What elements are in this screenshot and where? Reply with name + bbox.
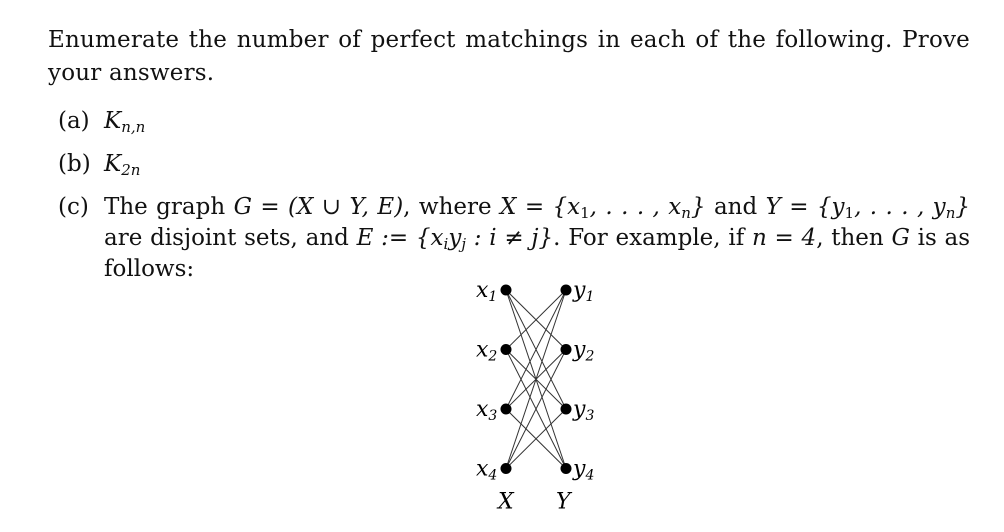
set-label-y: Y xyxy=(556,490,573,515)
math-expression: K xyxy=(104,151,122,177)
part-body: Kn,n xyxy=(104,106,970,137)
vertex-subscript: 1 xyxy=(488,289,497,305)
part-label: (b) xyxy=(58,151,91,177)
problem-intro: Enumerate the number of perfect matching… xyxy=(48,27,970,86)
text: , where xyxy=(403,194,501,220)
part-label: (a) xyxy=(58,108,90,134)
math-expression: y xyxy=(448,225,462,251)
graph-labels: x1 x2 x3 x4 y1 y2 y3 y4 X Y xyxy=(476,278,594,515)
math-expression: Y = {y xyxy=(765,194,845,220)
math-subscript: n xyxy=(945,204,956,222)
math-expression: n = 4 xyxy=(751,225,817,251)
right-vertex xyxy=(560,344,572,355)
text: and xyxy=(705,194,766,220)
math-subscript: n xyxy=(681,204,691,222)
text: The graph xyxy=(104,194,234,220)
right-vertex-label: y3 xyxy=(572,397,594,424)
left-vertex xyxy=(500,463,512,474)
part-b: (b) K2n xyxy=(58,149,970,180)
math-subscript: 1 xyxy=(844,204,855,222)
left-vertex-label: x3 xyxy=(476,397,497,424)
math-expression: : i ≠ j} xyxy=(466,225,554,251)
part-a: (a) Kn,n xyxy=(58,106,970,137)
math-subscript: 2n xyxy=(121,161,141,179)
problem-parts: (a) Kn,n (b) K2n (c) The graph G = (X ∪ … xyxy=(58,106,970,297)
math-expression: X = {x xyxy=(500,194,581,220)
vertex-subscript: 3 xyxy=(585,408,594,424)
set-label-x: X xyxy=(496,490,515,515)
math-expression: } xyxy=(955,194,970,220)
part-label: (c) xyxy=(58,194,89,220)
right-vertex-label: y4 xyxy=(572,457,594,484)
math-subscript: 1 xyxy=(580,204,590,222)
text: . For example, if xyxy=(553,225,752,251)
left-vertex xyxy=(500,344,512,355)
bipartite-graph-figure: x1 x2 x3 x4 y1 y2 y3 y4 X Y xyxy=(476,278,594,515)
right-vertex xyxy=(560,284,572,296)
math-expression: K xyxy=(104,108,122,134)
left-vertex xyxy=(500,284,512,296)
vertex-subscript: 4 xyxy=(487,468,497,484)
math-expression: G xyxy=(891,225,910,251)
math-expression: , . . . , y xyxy=(854,194,946,220)
left-vertex-label: x2 xyxy=(476,338,497,365)
vertex-subscript: 2 xyxy=(584,349,594,365)
vertex-subscript: 4 xyxy=(584,468,594,484)
math-expression: , . . . , x xyxy=(589,194,682,220)
left-vertex-label: x1 xyxy=(476,278,497,305)
math-expression: E := {x xyxy=(356,225,444,251)
part-body: K2n xyxy=(104,149,970,180)
left-vertex-label: x4 xyxy=(476,457,497,484)
right-vertex xyxy=(560,403,572,415)
math-expression: } xyxy=(690,194,706,220)
right-vertex-label: y2 xyxy=(572,338,594,365)
graph-edges xyxy=(505,289,567,469)
right-vertex-label: y1 xyxy=(572,278,594,305)
left-vertex xyxy=(500,403,512,415)
vertex-subscript: 3 xyxy=(488,408,497,424)
vertex-subscript: 2 xyxy=(487,349,497,365)
math-expression: G = (X ∪ Y, E) xyxy=(233,194,404,220)
vertex-subscript: 1 xyxy=(585,289,594,305)
text: are disjoint sets, and xyxy=(104,225,357,251)
right-vertex xyxy=(560,463,572,474)
math-subscript: n,n xyxy=(121,118,146,136)
text: , then xyxy=(816,225,892,251)
